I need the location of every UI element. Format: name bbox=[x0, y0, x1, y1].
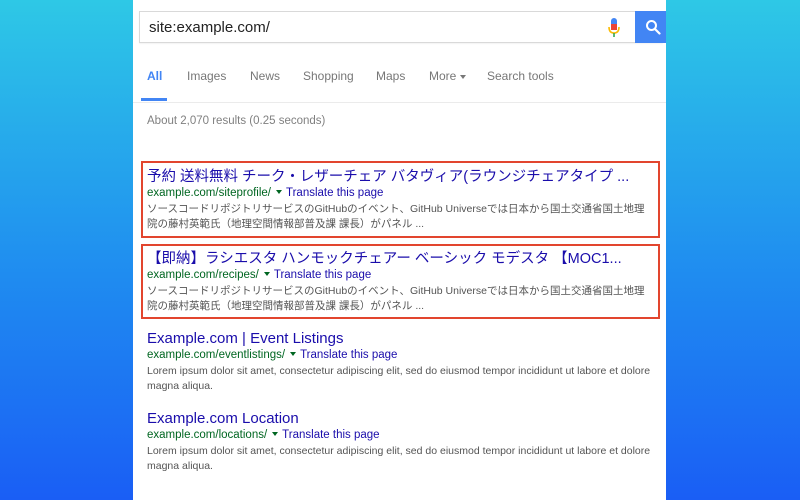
result-snippet: Lorem ipsum dolor sit amet, consectetur … bbox=[147, 445, 651, 472]
result-url-line: example.com/eventlistings/Translate this… bbox=[147, 348, 653, 363]
tab-all[interactable]: All bbox=[147, 69, 162, 83]
translate-link[interactable]: Translate this page bbox=[286, 187, 383, 199]
tab-shopping[interactable]: Shopping bbox=[303, 69, 354, 83]
search-button[interactable] bbox=[635, 11, 666, 43]
result-stats: About 2,070 results (0.25 seconds) bbox=[147, 115, 326, 127]
tab-search-tools[interactable]: Search tools bbox=[487, 69, 554, 83]
dropdown-arrow-icon[interactable] bbox=[290, 352, 297, 357]
tab-images[interactable]: Images bbox=[187, 69, 226, 83]
search-results-panel: site:example.com/ All Images News Shoppi… bbox=[133, 0, 666, 500]
result-snippet: Lorem ipsum dolor sit amet, consectetur … bbox=[147, 365, 651, 392]
microphone-icon[interactable] bbox=[608, 18, 620, 38]
result-title-link[interactable]: Example.com | Event Listings bbox=[147, 330, 653, 348]
search-box[interactable]: site:example.com/ bbox=[139, 11, 666, 43]
search-result: 【即納】ラシエスタ ハンモックチェアー ベーシック モデスタ 【MOC1... … bbox=[147, 250, 653, 314]
result-url: example.com/locations/ bbox=[147, 429, 268, 441]
search-tabs: All Images News Shopping Maps More Searc… bbox=[133, 44, 666, 103]
result-url-line: example.com/siteprofile/Translate this p… bbox=[147, 186, 653, 201]
translate-link[interactable]: Translate this page bbox=[274, 269, 371, 281]
dropdown-arrow-icon[interactable] bbox=[263, 272, 270, 277]
tab-maps[interactable]: Maps bbox=[376, 69, 405, 83]
result-snippet: ソースコードリポジトリサービスのGitHubのイベント、GitHub Unive… bbox=[147, 203, 645, 230]
search-input[interactable]: site:example.com/ bbox=[149, 19, 270, 36]
result-url: example.com/eventlistings/ bbox=[147, 349, 286, 361]
search-result: Example.com | Event Listings example.com… bbox=[147, 330, 653, 394]
result-snippet: ソースコードリポジトリサービスのGitHubのイベント、GitHub Unive… bbox=[147, 285, 645, 312]
tab-news[interactable]: News bbox=[250, 69, 280, 83]
dropdown-arrow-icon[interactable] bbox=[272, 432, 279, 437]
translate-link[interactable]: Translate this page bbox=[300, 349, 397, 361]
result-url: example.com/siteprofile/ bbox=[147, 187, 271, 199]
chevron-down-icon bbox=[460, 74, 467, 79]
tab-more-label: More bbox=[429, 69, 457, 83]
dropdown-arrow-icon[interactable] bbox=[276, 190, 282, 195]
search-result: 予約 送料無料 チーク・レザーチェア バタヴィア(ラウンジチェアタイプ ... … bbox=[147, 168, 653, 232]
result-url-line: example.com/locations/Translate this pag… bbox=[147, 428, 653, 443]
tab-more[interactable]: More bbox=[429, 69, 467, 83]
result-title-link[interactable]: Example.com Location bbox=[147, 410, 653, 428]
translate-link[interactable]: Translate this page bbox=[282, 429, 379, 441]
result-title-link[interactable]: 予約 送料無料 チーク・レザーチェア バタヴィア(ラウンジチェアタイプ ... bbox=[147, 168, 653, 186]
search-icon bbox=[646, 20, 661, 35]
result-url-line: example.com/recipes/Translate this page bbox=[147, 268, 653, 283]
search-result: Example.com Location example.com/locatio… bbox=[147, 410, 653, 474]
result-title-link[interactable]: 【即納】ラシエスタ ハンモックチェアー ベーシック モデスタ 【MOC1... bbox=[147, 250, 653, 268]
result-url: example.com/recipes/ bbox=[147, 269, 259, 281]
active-tab-indicator bbox=[141, 98, 167, 101]
